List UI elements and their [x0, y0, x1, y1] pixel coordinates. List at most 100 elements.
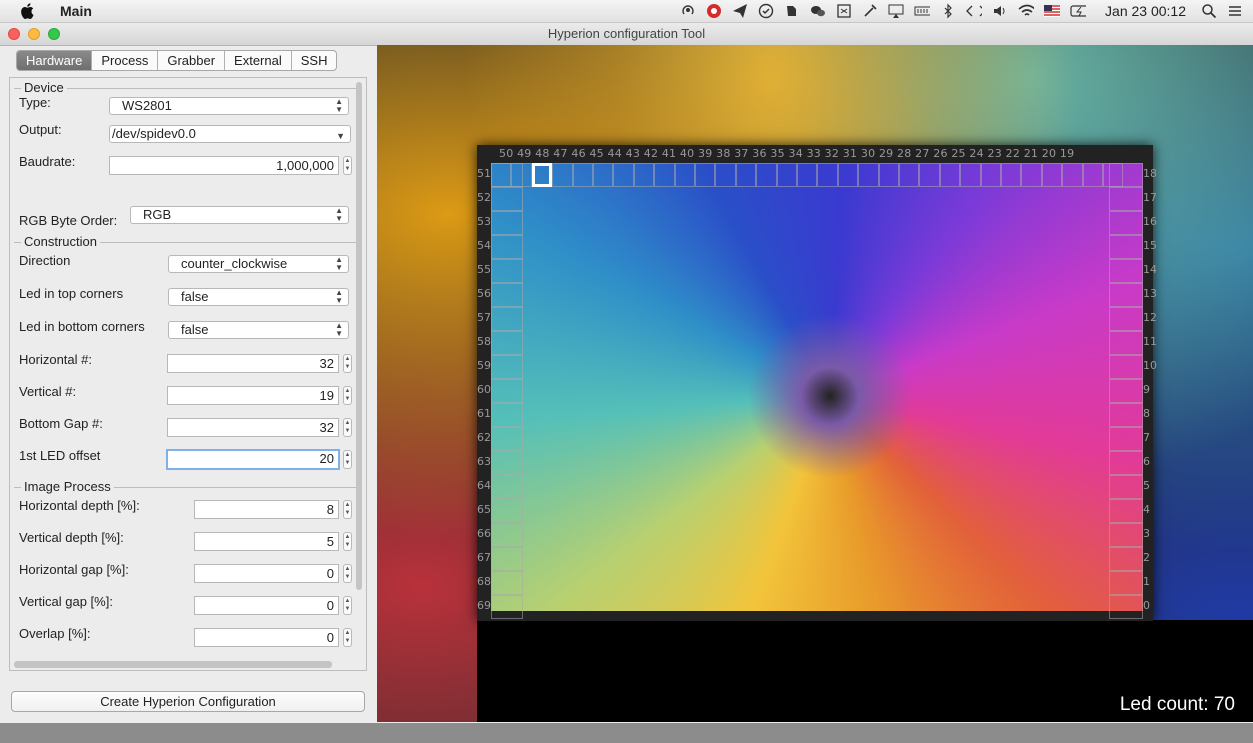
rgb-order-value: RGB [143, 207, 172, 222]
rgb-order-label: RGB Byte Order: [19, 213, 118, 228]
airplay-icon[interactable] [888, 3, 904, 19]
construction-group-label: Construction [21, 234, 100, 249]
app-menu-title[interactable]: Main [60, 3, 92, 19]
led-offset-input[interactable]: 20 [166, 449, 340, 470]
horizontal-depth-input[interactable]: 8 [194, 500, 339, 519]
tab-hardware[interactable]: Hardware [17, 51, 93, 70]
tab-external[interactable]: External [225, 51, 292, 70]
vertical-scrollbar[interactable] [356, 82, 362, 590]
dropbox-icon[interactable] [836, 3, 852, 19]
tab-grabber[interactable]: Grabber [158, 51, 226, 70]
led-cell [735, 163, 757, 187]
overlap-stepper[interactable]: ▲ ▼ [343, 628, 352, 647]
window-title: Hyperion configuration Tool [547, 26, 706, 41]
flag-us-icon[interactable] [1044, 3, 1061, 19]
led-cell [1109, 355, 1143, 379]
bluetooth-icon[interactable] [940, 3, 956, 19]
menu-icon[interactable] [1227, 3, 1243, 19]
podcast-icon[interactable] [680, 3, 696, 19]
direction-select[interactable]: counter_clockwise ▲ ▼ [168, 255, 349, 273]
led-cell [1109, 331, 1143, 355]
vertical-gap-input[interactable]: 0 [194, 596, 339, 615]
horizontal-gap-input[interactable]: 0 [194, 564, 339, 583]
led-cell [1109, 187, 1143, 211]
led-cell [491, 427, 523, 451]
red-dot-icon[interactable] [706, 3, 722, 19]
minimize-button[interactable] [28, 28, 40, 40]
updown-arrows-icon: ▲ ▼ [335, 321, 343, 338]
top-corners-label: Led in top corners [19, 286, 124, 301]
led-cell [491, 355, 523, 379]
horizontal-depth-stepper[interactable]: ▲ ▼ [343, 500, 352, 519]
led-cell [858, 163, 879, 187]
vertical-count-input[interactable]: 19 [167, 386, 339, 405]
rgb-order-select[interactable]: RGB ▲ ▼ [130, 206, 349, 224]
bottom-gap-input[interactable]: 32 [167, 418, 339, 437]
horizontal-gap-stepper[interactable]: ▲ ▼ [343, 564, 352, 583]
tools-icon[interactable] [862, 3, 878, 19]
led-cell [1109, 475, 1143, 499]
led-offset-stepper[interactable]: ▲ ▼ [343, 450, 352, 469]
horizontal-count-label: Horizontal #: [19, 352, 92, 367]
horizontal-count-input[interactable]: 32 [167, 354, 339, 373]
code-icon[interactable] [966, 3, 983, 19]
close-button[interactable] [8, 28, 20, 40]
led-number: 15 [1143, 239, 1157, 252]
top-corners-value: false [181, 289, 209, 304]
led-cell [878, 163, 899, 187]
led-number: 14 [1143, 263, 1157, 276]
type-select-value: WS2801 [122, 98, 172, 113]
horizontal-count-stepper[interactable]: ▲ ▼ [343, 354, 352, 373]
led-number: 55 [477, 263, 491, 276]
led-count-label: Led count: 70 [1119, 694, 1235, 715]
settings-form: Device Type: WS2801 ▲ ▼ Output: /dev/spid… [9, 77, 367, 671]
led-number: 17 [1143, 191, 1157, 204]
vertical-depth-stepper[interactable]: ▲ ▼ [343, 532, 352, 551]
led-number: 51 [477, 167, 491, 180]
tab-process[interactable]: Process [92, 51, 159, 70]
led-cell [491, 283, 523, 307]
type-select[interactable]: WS2801 ▲ ▼ [109, 97, 349, 115]
wechat-icon[interactable] [810, 3, 826, 19]
led-number: 8 [1143, 407, 1150, 420]
top-led-numbers: 50 49 48 47 46 45 44 43 42 41 40 39 38 3… [499, 147, 1075, 160]
image-process-group-label: Image Process [21, 479, 114, 494]
led-number: 18 [1143, 167, 1157, 180]
top-corners-select[interactable]: false ▲ ▼ [168, 288, 349, 306]
vertical-depth-input[interactable]: 5 [194, 532, 339, 551]
wifi-icon[interactable] [1018, 3, 1035, 19]
led-cell [980, 163, 1001, 187]
bottom-corners-select[interactable]: false ▲ ▼ [168, 321, 349, 339]
led-number: 7 [1143, 431, 1150, 444]
search-icon[interactable] [1201, 3, 1217, 19]
led-number: 10 [1143, 359, 1157, 372]
baudrate-stepper[interactable]: ▲ ▼ [343, 156, 352, 175]
led-number: 12 [1143, 311, 1157, 324]
volume-icon[interactable] [992, 3, 1008, 19]
evernote-icon[interactable] [784, 3, 800, 19]
led-cell [491, 259, 523, 283]
battery-meter-icon[interactable] [914, 3, 931, 19]
horizontal-scrollbar[interactable] [14, 661, 332, 668]
create-configuration-button[interactable]: Create Hyperion Configuration [11, 691, 365, 712]
vertical-gap-stepper[interactable]: ▲ ▼ [343, 596, 352, 615]
checkmark-icon[interactable] [758, 3, 774, 19]
led-cell [491, 331, 523, 355]
zoom-button[interactable] [48, 28, 60, 40]
overlap-input[interactable]: 0 [194, 628, 339, 647]
vertical-count-stepper[interactable]: ▲ ▼ [343, 386, 352, 405]
battery-icon[interactable] [1070, 3, 1087, 19]
direction-value: counter_clockwise [181, 256, 288, 271]
led-cell [797, 163, 818, 187]
menubar-clock[interactable]: Jan 23 00:12 [1105, 3, 1186, 19]
baudrate-input[interactable]: 1,000,000 [109, 156, 339, 175]
output-combo[interactable]: /dev/spidev0.0 ▼ [109, 125, 351, 143]
led-cell [1041, 163, 1063, 187]
tab-ssh[interactable]: SSH [292, 51, 337, 70]
send-icon[interactable] [732, 3, 748, 19]
led-number: 63 [477, 455, 491, 468]
led-number: 61 [477, 407, 491, 420]
bottom-gap-stepper[interactable]: ▲ ▼ [343, 418, 352, 437]
apple-icon[interactable] [18, 2, 36, 20]
led-layout-preview: 50 49 48 47 46 45 44 43 42 41 40 39 38 3… [377, 45, 1253, 722]
